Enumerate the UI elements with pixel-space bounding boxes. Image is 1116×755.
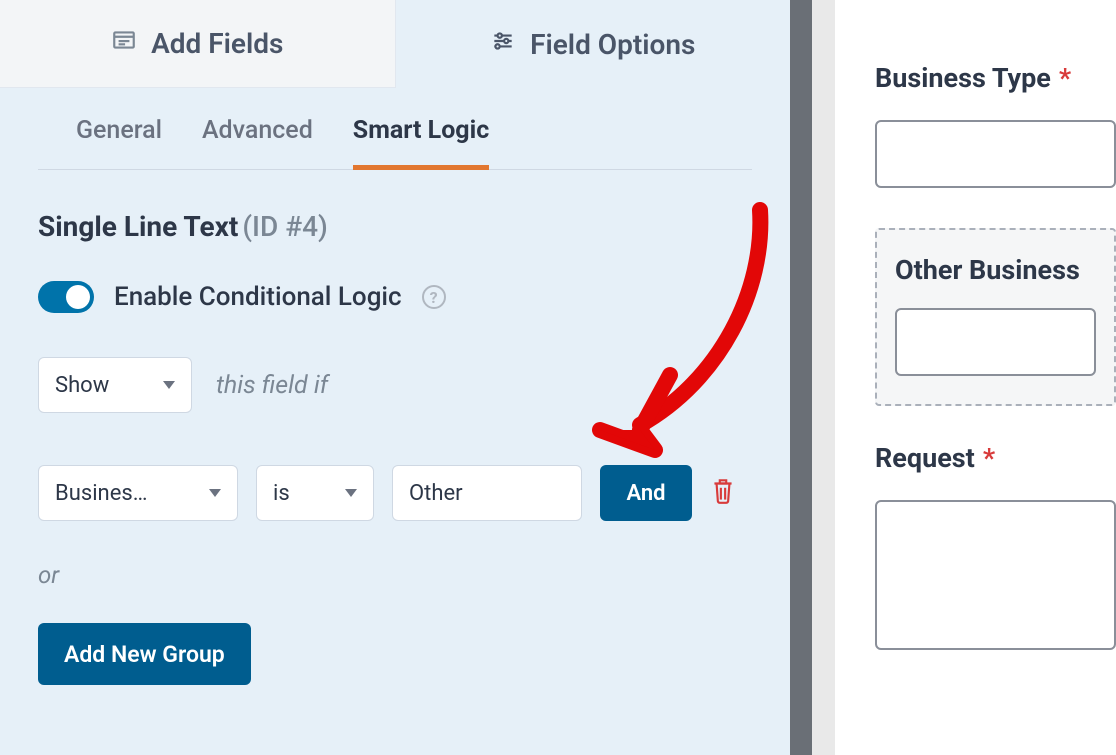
rule-field-select[interactable]: Busines… xyxy=(38,465,238,521)
enable-conditional-row: Enable Conditional Logic ? xyxy=(38,281,752,313)
delete-rule-button[interactable] xyxy=(710,476,736,510)
add-new-group-button[interactable]: Add New Group xyxy=(38,623,251,685)
rule-operator-value: is xyxy=(273,481,290,506)
smart-logic-content: Single Line Text (ID #4) Enable Conditio… xyxy=(0,170,790,725)
label-text: Business Type xyxy=(875,62,1051,94)
rule-field-value: Busines… xyxy=(55,481,147,506)
condition-rule-row: Busines… is Other And xyxy=(38,465,752,521)
chevron-down-icon xyxy=(345,489,357,497)
form-preview-panel: Business Type * Other Business Request * xyxy=(835,0,1116,755)
scrollbar-track[interactable] xyxy=(812,0,835,755)
tab-label: Add Fields xyxy=(151,27,283,60)
chevron-down-icon xyxy=(209,489,221,497)
rule-value-text: Other xyxy=(409,481,463,506)
rule-operator-select[interactable]: is xyxy=(256,465,374,521)
field-type-label: Single Line Text xyxy=(38,210,238,243)
preview-label: Request * xyxy=(875,442,1116,474)
divider-dark-strip xyxy=(790,0,812,755)
action-suffix-text: this field if xyxy=(216,371,328,400)
tab-add-fields[interactable]: Add Fields xyxy=(0,0,396,88)
subtab-general[interactable]: General xyxy=(76,116,162,169)
help-icon[interactable]: ? xyxy=(422,285,446,309)
preview-other-business-input[interactable] xyxy=(895,308,1096,376)
subtab-advanced[interactable]: Advanced xyxy=(202,116,313,169)
tab-field-options[interactable]: Field Options xyxy=(396,0,791,88)
enable-conditional-toggle[interactable] xyxy=(38,281,94,313)
subtabs: General Advanced Smart Logic xyxy=(38,88,752,170)
label-text: Other Business xyxy=(895,254,1080,286)
sliders-icon xyxy=(490,28,516,61)
action-row: Show this field if xyxy=(38,357,752,413)
required-asterisk: * xyxy=(983,442,995,474)
action-select-value: Show xyxy=(55,373,109,398)
top-tabs: Add Fields Field Options xyxy=(0,0,790,88)
preview-label: Other Business xyxy=(895,254,1096,286)
field-id-label: (ID #4) xyxy=(242,210,327,243)
preview-business-type-input[interactable] xyxy=(875,120,1116,188)
add-fields-icon xyxy=(111,27,137,60)
or-separator: or xyxy=(38,561,752,589)
preview-field-business-type[interactable]: Business Type * xyxy=(875,62,1116,188)
label-text: Request xyxy=(875,442,975,474)
trash-icon xyxy=(710,476,736,510)
action-select[interactable]: Show xyxy=(38,357,192,413)
chevron-down-icon xyxy=(163,381,175,389)
subtab-smart-logic[interactable]: Smart Logic xyxy=(353,116,489,170)
required-asterisk: * xyxy=(1059,62,1071,94)
tab-label: Field Options xyxy=(530,28,695,61)
preview-label: Business Type * xyxy=(875,62,1116,94)
rule-value-input[interactable]: Other xyxy=(392,465,582,521)
field-heading: Single Line Text (ID #4) xyxy=(38,210,752,243)
preview-field-request[interactable]: Request * xyxy=(875,442,1116,650)
field-options-panel: Add Fields Field Options General Advance… xyxy=(0,0,790,755)
preview-field-other-business-selected[interactable]: Other Business xyxy=(875,228,1116,406)
panel-divider xyxy=(790,0,835,755)
enable-conditional-label: Enable Conditional Logic xyxy=(114,282,402,312)
and-button[interactable]: And xyxy=(600,465,692,521)
preview-request-textarea[interactable] xyxy=(875,500,1116,650)
